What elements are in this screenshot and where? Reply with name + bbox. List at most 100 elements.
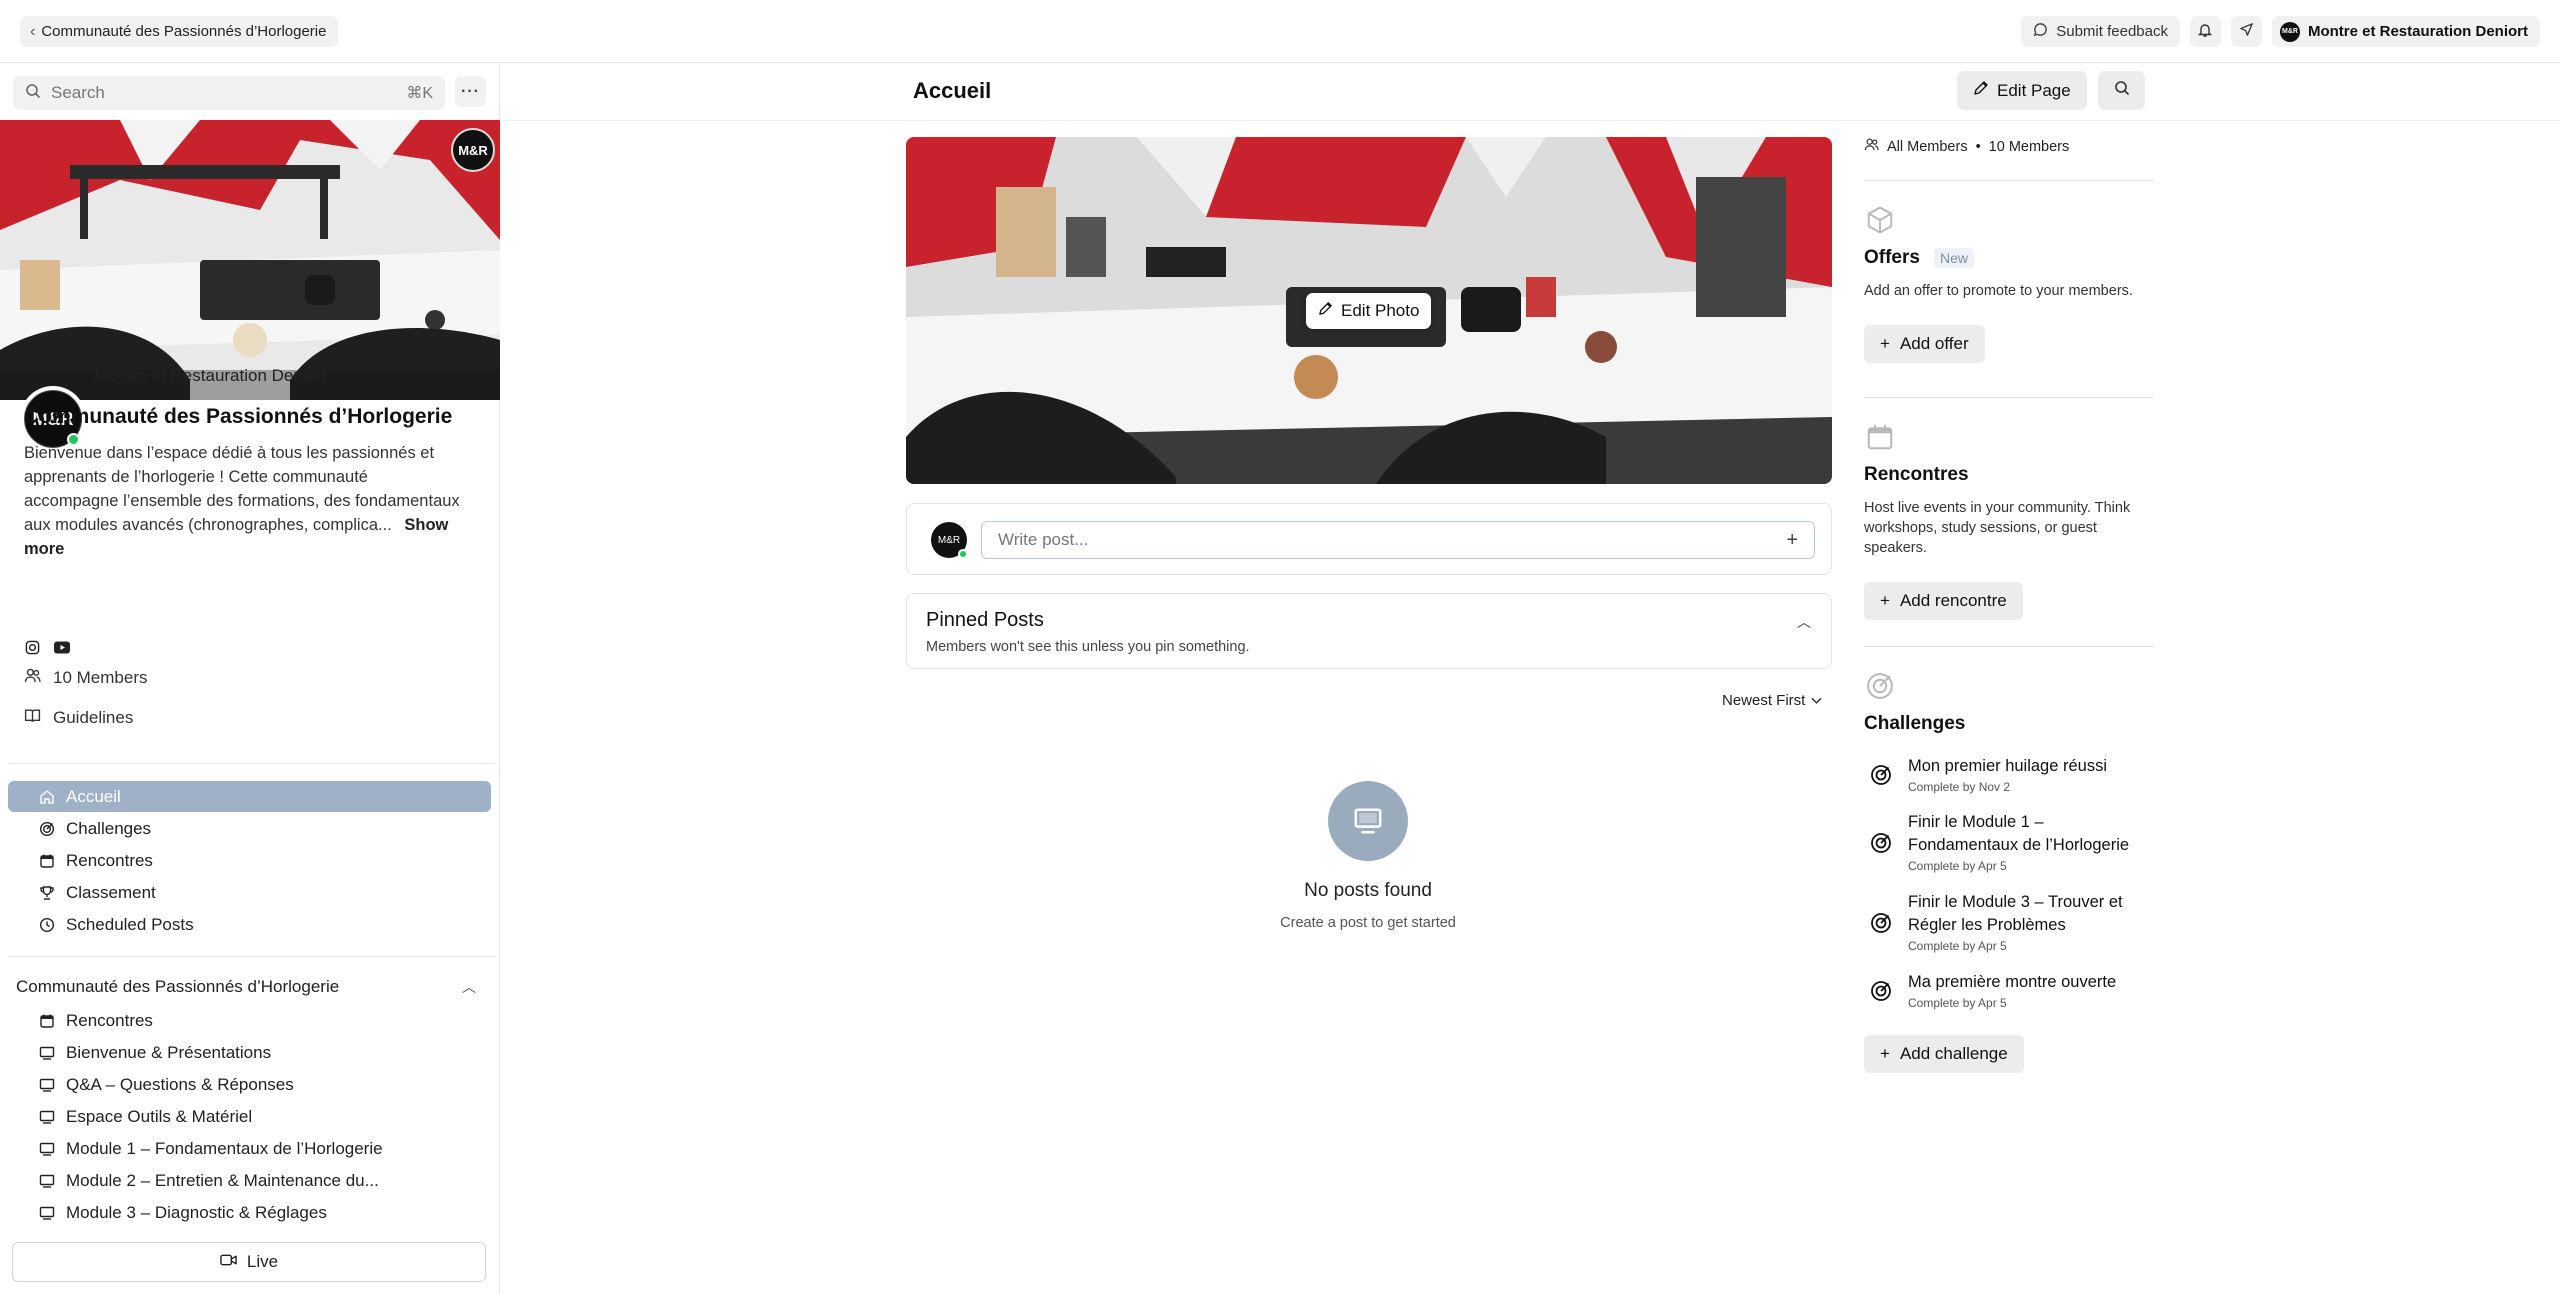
more-options-button[interactable]: ··· bbox=[455, 76, 486, 107]
calendar-icon bbox=[38, 1012, 56, 1030]
users-icon bbox=[24, 667, 41, 689]
empty-state-subtitle: Create a post to get started bbox=[1280, 915, 1456, 931]
book-icon bbox=[24, 707, 41, 729]
channel-section-header[interactable]: Communauté des Passionnés d’Horlogerie ︿ bbox=[16, 977, 476, 997]
pencil-icon bbox=[1318, 301, 1333, 321]
monitor-icon bbox=[38, 1044, 56, 1062]
back-to-community-button[interactable]: ‹ Communauté des Passionnés d’Horlogerie bbox=[20, 16, 339, 47]
pinned-posts-title: Pinned Posts bbox=[926, 609, 1044, 631]
youtube-icon[interactable] bbox=[54, 639, 70, 655]
clock-icon bbox=[38, 916, 56, 934]
add-rencontre-button[interactable]: + Add rencontre bbox=[1864, 582, 2023, 620]
bell-icon bbox=[2197, 22, 2213, 42]
guidelines-link[interactable]: Guidelines bbox=[24, 707, 133, 729]
owner-name[interactable]: Montre et Restauration Deniort bbox=[94, 366, 326, 386]
sidebar-item-challenges[interactable]: Challenges bbox=[8, 813, 491, 844]
chat-bubble-icon bbox=[2033, 22, 2048, 41]
challenge-name: Finir le Module 1 – Fondamentaux de l’Ho… bbox=[1908, 813, 2130, 854]
offers-title: Offers New bbox=[1864, 247, 1974, 269]
sidebar-item-accueil[interactable]: Accueil bbox=[8, 781, 491, 812]
pencil-icon bbox=[1973, 80, 1989, 101]
add-offer-label: Add offer bbox=[1899, 334, 1969, 353]
chevron-left-icon: ‹ bbox=[30, 22, 36, 40]
channel-item-label: Module 1 – Fondamentaux de l’Horlogerie bbox=[66, 1138, 383, 1158]
sort-label: Newest First bbox=[1722, 692, 1806, 709]
ellipsis-icon: ··· bbox=[461, 82, 480, 100]
all-members-link[interactable]: All Members • 10 Members bbox=[1864, 137, 2069, 156]
challenge-due: Complete by Apr 5 bbox=[1908, 859, 2007, 873]
guidelines-label: Guidelines bbox=[53, 708, 134, 727]
channel-item-rencontres[interactable]: Rencontres bbox=[8, 1005, 491, 1036]
edit-page-button[interactable]: Edit Page bbox=[1957, 71, 2087, 110]
instagram-icon[interactable] bbox=[24, 639, 40, 655]
rencontres-description: Host live events in your community. Thin… bbox=[1864, 500, 2131, 556]
top-right-actions: Submit feedback M&R Montre et Restaurati… bbox=[2021, 16, 2540, 47]
sort-dropdown[interactable]: Newest First bbox=[1722, 692, 1822, 709]
account-switcher-button[interactable]: M&R Montre et Restauration Deniort bbox=[2271, 16, 2540, 47]
send-button[interactable] bbox=[2230, 16, 2262, 47]
composer-avatar: M&R bbox=[931, 522, 968, 559]
composer-avatar-initials: M&R bbox=[937, 534, 961, 546]
add-challenge-label: Add challenge bbox=[1899, 1044, 2008, 1063]
search-icon bbox=[25, 83, 41, 104]
right-divider bbox=[1864, 397, 2154, 398]
target-icon bbox=[1871, 765, 1891, 785]
home-icon bbox=[38, 788, 56, 806]
sidebar-item-classement[interactable]: Classement bbox=[8, 877, 491, 908]
sidebar-item-rencontres[interactable]: Rencontres bbox=[8, 845, 491, 876]
plus-icon: + bbox=[1880, 334, 1890, 353]
add-challenge-button[interactable]: + Add challenge bbox=[1864, 1035, 2024, 1073]
submit-feedback-button[interactable]: Submit feedback bbox=[2021, 16, 2180, 47]
post-composer: M&R Write post... + bbox=[906, 503, 1832, 575]
chevron-up-icon[interactable]: ︿ bbox=[1797, 612, 1811, 632]
channel-item-outils[interactable]: Espace Outils & Matériel bbox=[8, 1101, 491, 1132]
members-separator: • bbox=[1975, 138, 1981, 155]
page-search-button[interactable] bbox=[2098, 71, 2145, 110]
search-icon bbox=[2114, 80, 2130, 101]
community-title: Communauté des Passionnés d’Horlogerie bbox=[24, 405, 453, 428]
community-description-text: Bienvenue dans l’espace dédié à tous les… bbox=[24, 444, 460, 534]
community-description: Bienvenue dans l’espace dédié à tous les… bbox=[24, 441, 464, 561]
search-shortcut: ⌘K bbox=[406, 85, 433, 102]
plus-icon: + bbox=[1880, 591, 1890, 610]
all-members-label: All Members bbox=[1887, 138, 1968, 155]
sidebar-divider bbox=[8, 956, 496, 957]
live-button[interactable]: Live bbox=[12, 1242, 486, 1282]
video-camera-icon bbox=[220, 1252, 237, 1272]
feedback-label: Submit feedback bbox=[2056, 23, 2168, 40]
main-header bbox=[501, 64, 2560, 121]
monitor-icon bbox=[38, 1172, 56, 1190]
channel-item-module-1[interactable]: Module 1 – Fondamentaux de l’Horlogerie bbox=[8, 1133, 491, 1164]
sidebar-item-label: Rencontres bbox=[66, 850, 153, 870]
top-bar: ‹ Communauté des Passionnés d’Horlogerie… bbox=[0, 0, 2560, 63]
social-links bbox=[24, 639, 70, 655]
members-link[interactable]: 10 Members bbox=[24, 667, 147, 689]
channel-item-module-2[interactable]: Module 2 – Entretien & Maintenance du... bbox=[8, 1165, 491, 1196]
channel-item-bienvenue[interactable]: Bienvenue & Présentations bbox=[8, 1037, 491, 1068]
edit-page-label: Edit Page bbox=[1997, 80, 2071, 100]
right-divider bbox=[1864, 180, 2154, 181]
notifications-button[interactable] bbox=[2189, 16, 2221, 47]
search-input[interactable]: Search ⌘K bbox=[13, 76, 445, 110]
write-post-input[interactable]: Write post... + bbox=[981, 521, 1815, 559]
challenge-name: Mon premier huilage réussi bbox=[1908, 757, 2108, 775]
challenges-title: Challenges bbox=[1864, 713, 1966, 734]
calendar-icon bbox=[1864, 421, 1896, 453]
edit-photo-button[interactable]: Edit Photo bbox=[1306, 293, 1432, 329]
search-placeholder: Search bbox=[51, 83, 105, 102]
challenge-name: Finir le Module 3 – Trouver et Régler le… bbox=[1908, 893, 2123, 934]
channel-item-label: Module 3 – Diagnostic & Réglages bbox=[66, 1202, 327, 1222]
target-icon bbox=[1864, 670, 1896, 702]
pinned-posts-panel[interactable]: Pinned Posts Members won't see this unle… bbox=[906, 593, 1832, 669]
channel-item-module-3[interactable]: Module 3 – Diagnostic & Réglages bbox=[8, 1197, 491, 1228]
plus-icon[interactable]: + bbox=[1786, 529, 1798, 552]
sidebar-item-scheduled-posts[interactable]: Scheduled Posts bbox=[8, 909, 491, 940]
offers-title-text: Offers bbox=[1864, 247, 1920, 268]
add-rencontre-label: Add rencontre bbox=[1899, 591, 2007, 610]
channel-item-qa[interactable]: Q&A – Questions & Réponses bbox=[8, 1069, 491, 1100]
challenge-name: Ma première montre ouverte bbox=[1908, 973, 2117, 991]
monitor-icon bbox=[38, 1204, 56, 1222]
community-cover-image: M&R bbox=[0, 120, 500, 400]
write-post-placeholder: Write post... bbox=[998, 530, 1089, 549]
add-offer-button[interactable]: + Add offer bbox=[1864, 325, 1985, 363]
